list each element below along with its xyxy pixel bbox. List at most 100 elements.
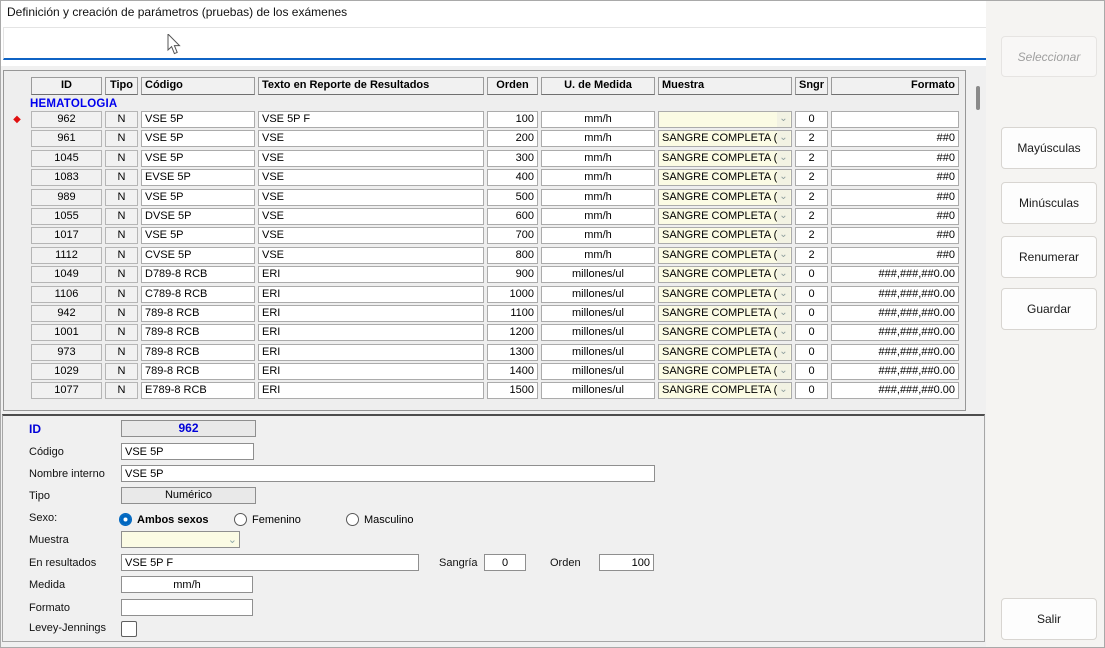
table-row[interactable]: 1049 N D789-8 RCB ERI 900 millones/ul SA… [4,266,965,283]
cell-formato[interactable]: ##0 [831,189,959,206]
cell-sngr[interactable]: 2 [795,189,828,206]
cell-tipo[interactable]: N [105,266,138,283]
guardar-button[interactable]: Guardar [1001,288,1097,330]
cell-muestra-dropdown[interactable]: SANGRE COMPLETA ( ⌄ [658,382,792,399]
table-row[interactable]: 989 N VSE 5P VSE 500 mm/h SANGRE COMPLET… [4,189,965,206]
cell-unidad-medida[interactable]: mm/h [541,130,655,147]
cell-unidad-medida[interactable]: mm/h [541,111,655,128]
cell-muestra-dropdown[interactable]: SANGRE COMPLETA ( ⌄ [658,344,792,361]
table-row[interactable]: ◆ 962 N VSE 5P VSE 5P F 100 mm/h ⌄ 0 [4,111,965,128]
levey-jennings-checkbox[interactable] [121,621,137,637]
table-row[interactable]: 1055 N DVSE 5P VSE 600 mm/h SANGRE COMPL… [4,208,965,225]
cell-formato[interactable]: ##0 [831,247,959,264]
sexo-radio-femenino[interactable]: Femenino [234,510,301,528]
cell-unidad-medida[interactable]: mm/h [541,189,655,206]
column-header-c-digo[interactable]: Código [141,77,255,95]
cell-sngr[interactable]: 2 [795,130,828,147]
table-row[interactable]: 1029 N 789-8 RCB ERI 1400 millones/ul SA… [4,363,965,380]
radio-unselected-icon[interactable] [234,513,247,526]
cell-id[interactable]: 1017 [31,227,102,244]
cell-tipo[interactable]: N [105,111,138,128]
cell-texto-reporte[interactable]: ERI [258,363,484,380]
cell-texto-reporte[interactable]: ERI [258,305,484,322]
cell-sngr[interactable]: 2 [795,208,828,225]
column-header-u-de-medida[interactable]: U. de Medida [541,77,655,95]
cell-sngr[interactable]: 0 [795,266,828,283]
seleccionar-button[interactable]: Seleccionar [1001,36,1097,77]
table-row[interactable]: 1077 N E789-8 RCB ERI 1500 millones/ul S… [4,382,965,399]
cell-texto-reporte[interactable]: ERI [258,382,484,399]
cell-tipo[interactable]: N [105,247,138,264]
cell-texto-reporte[interactable]: VSE [258,189,484,206]
cell-tipo[interactable]: N [105,382,138,399]
cell-muestra-dropdown[interactable]: SANGRE COMPLETA ( ⌄ [658,324,792,341]
cell-codigo[interactable]: 789-8 RCB [141,344,255,361]
table-row[interactable]: 973 N 789-8 RCB ERI 1300 millones/ul SAN… [4,344,965,361]
cell-sngr[interactable]: 0 [795,382,828,399]
cell-id[interactable]: 1045 [31,150,102,167]
cell-sngr[interactable]: 2 [795,247,828,264]
column-header-sngr[interactable]: Sngr [795,77,828,95]
column-header-formato[interactable]: Formato [831,77,959,95]
cell-unidad-medida[interactable]: millones/ul [541,305,655,322]
cell-formato[interactable]: ###,###,##0.00 [831,344,959,361]
cell-id[interactable]: 962 [31,111,102,128]
cell-muestra-dropdown[interactable]: SANGRE COMPLETA ( ⌄ [658,305,792,322]
cell-codigo[interactable]: VSE 5P [141,130,255,147]
cell-orden[interactable]: 1200 [487,324,538,341]
cell-texto-reporte[interactable]: ERI [258,266,484,283]
cell-formato[interactable]: ###,###,##0.00 [831,266,959,283]
cell-tipo[interactable]: N [105,286,138,303]
cell-formato[interactable]: ###,###,##0.00 [831,305,959,322]
cell-formato[interactable]: ###,###,##0.00 [831,382,959,399]
radio-selected-icon[interactable] [119,513,132,526]
cell-muestra-dropdown[interactable]: SANGRE COMPLETA ( ⌄ [658,169,792,186]
cell-unidad-medida[interactable]: mm/h [541,208,655,225]
cell-formato[interactable]: ###,###,##0.00 [831,286,959,303]
cell-id[interactable]: 989 [31,189,102,206]
cell-orden[interactable]: 200 [487,130,538,147]
cell-formato[interactable]: ##0 [831,227,959,244]
nombre-interno-field[interactable] [121,465,655,482]
cell-tipo[interactable]: N [105,150,138,167]
cell-unidad-medida[interactable]: mm/h [541,227,655,244]
cell-sngr[interactable]: 2 [795,169,828,186]
column-header-muestra[interactable]: Muestra [658,77,792,95]
cell-formato[interactable]: ###,###,##0.00 [831,363,959,380]
cell-texto-reporte[interactable]: VSE [258,208,484,225]
column-header-texto-en-reporte-de-resultados[interactable]: Texto en Reporte de Resultados [258,77,484,95]
cell-codigo[interactable]: CVSE 5P [141,247,255,264]
cell-formato[interactable]: ##0 [831,130,959,147]
cell-texto-reporte[interactable]: VSE [258,130,484,147]
cell-muestra-dropdown[interactable]: SANGRE COMPLETA ( ⌄ [658,208,792,225]
cell-sngr[interactable]: 0 [795,344,828,361]
cell-tipo[interactable]: N [105,208,138,225]
cell-orden[interactable]: 1300 [487,344,538,361]
cell-codigo[interactable]: C789-8 RCB [141,286,255,303]
table-row[interactable]: 1017 N VSE 5P VSE 700 mm/h SANGRE COMPLE… [4,227,965,244]
cell-muestra-dropdown[interactable]: SANGRE COMPLETA ( ⌄ [658,286,792,303]
cell-orden[interactable]: 1000 [487,286,538,303]
cell-id[interactable]: 1077 [31,382,102,399]
cell-muestra-dropdown[interactable]: ⌄ [658,111,792,128]
filter-input[interactable] [3,27,988,60]
cell-codigo[interactable]: VSE 5P [141,111,255,128]
cell-id[interactable]: 1055 [31,208,102,225]
cell-muestra-dropdown[interactable]: SANGRE COMPLETA ( ⌄ [658,189,792,206]
table-row[interactable]: 1001 N 789-8 RCB ERI 1200 millones/ul SA… [4,324,965,341]
column-header-orden[interactable]: Orden [487,77,538,95]
cell-orden[interactable]: 900 [487,266,538,283]
cell-orden[interactable]: 400 [487,169,538,186]
cell-tipo[interactable]: N [105,189,138,206]
cell-texto-reporte[interactable]: ERI [258,324,484,341]
cell-codigo[interactable]: VSE 5P [141,150,255,167]
cell-codigo[interactable]: 789-8 RCB [141,305,255,322]
salir-button[interactable]: Salir [1001,598,1097,640]
medida-field[interactable] [121,576,253,593]
cell-codigo[interactable]: E789-8 RCB [141,382,255,399]
radio-unselected-icon[interactable] [346,513,359,526]
cell-formato[interactable] [831,111,959,128]
cell-codigo[interactable]: EVSE 5P [141,169,255,186]
sexo-radio-ambos-sexos[interactable]: Ambos sexos [119,510,209,528]
cell-unidad-medida[interactable]: millones/ul [541,266,655,283]
